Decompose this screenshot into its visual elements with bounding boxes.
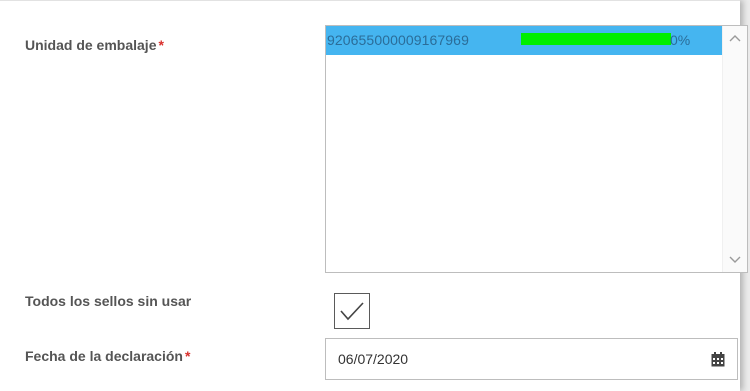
packaging-unit-label-text: Unidad de embalaje [25, 37, 157, 53]
unused-seals-label: Todos los sellos sin usar [25, 293, 192, 309]
packaging-unit-listbox[interactable]: 920655000009167969 0% [325, 25, 748, 273]
packaging-unit-code: 920655000009167969 [327, 32, 469, 48]
form-panel: Unidad de embalaje * 920655000009167969 0… [0, 0, 748, 391]
progress-bar [521, 33, 671, 45]
required-asterisk: * [184, 348, 191, 364]
declaration-date-value: 06/07/2020 [338, 351, 409, 367]
declaration-date-label-text: Fecha de la declaración [25, 348, 183, 364]
checkmark-icon [340, 302, 364, 321]
progress-percent: 0% [670, 32, 691, 48]
progress-bar-fill [521, 33, 671, 45]
declaration-date-field[interactable]: 06/07/2020 [325, 338, 738, 380]
chevron-down-icon[interactable] [728, 252, 742, 266]
declaration-date-label: Fecha de la declaración * [25, 348, 190, 364]
chevron-up-icon[interactable] [728, 32, 742, 46]
listbox-scrollbar[interactable] [722, 26, 747, 272]
calendar-icon[interactable] [711, 352, 725, 367]
unused-seals-checkbox[interactable] [334, 293, 370, 329]
required-asterisk: * [158, 37, 164, 53]
packaging-unit-list-item[interactable]: 920655000009167969 0% [326, 26, 723, 55]
packaging-unit-label: Unidad de embalaje * [25, 37, 164, 53]
